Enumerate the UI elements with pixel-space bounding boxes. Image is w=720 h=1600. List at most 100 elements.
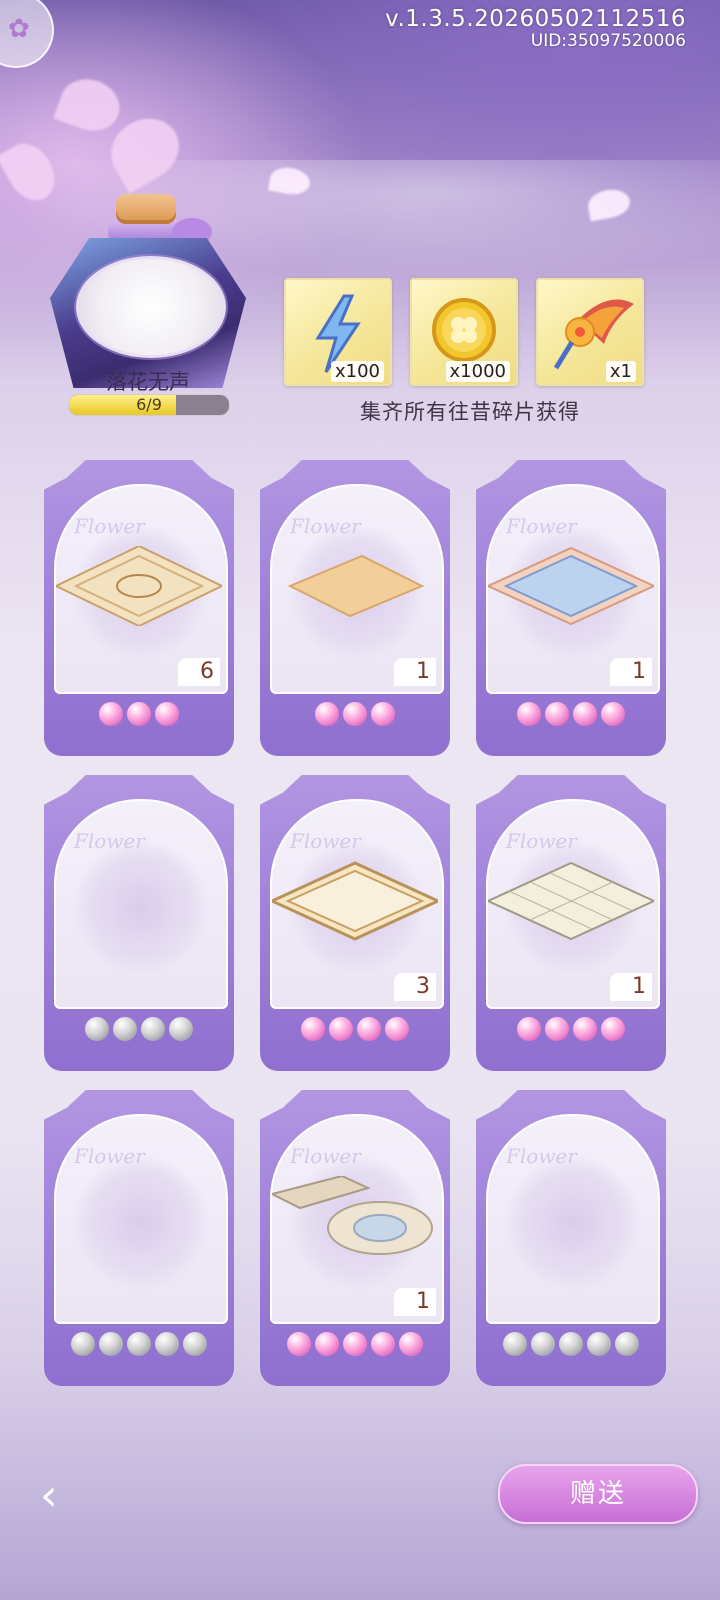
bottle-cork (116, 194, 176, 224)
pearl-icon (545, 1017, 569, 1041)
fragment-card[interactable]: Flower (476, 1090, 666, 1386)
card-quantity: 3 (394, 973, 436, 1001)
pearl-icon (155, 1332, 179, 1356)
back-button[interactable]: ‹ (40, 1470, 80, 1521)
grid-rug-icon (488, 861, 654, 941)
pearl-icon (587, 1332, 611, 1356)
flower-icon: ✿ (8, 14, 30, 44)
reward-item[interactable]: x1000 (410, 278, 518, 386)
gift-button-label: 赠送 (569, 1479, 626, 1509)
collection-progress-bar: 6/9 (68, 394, 230, 416)
petal-decoration (53, 71, 127, 139)
fragment-card[interactable]: Flower 1 (260, 460, 450, 756)
card-display: Flower (486, 1114, 660, 1324)
fragment-card[interactable]: Flower 6 (44, 460, 234, 756)
pearl-icon (517, 702, 541, 726)
rarity-pearls (260, 702, 450, 730)
pearl-icon (615, 1332, 639, 1356)
version-text: v.1.3.5.20260502112516 (385, 6, 686, 32)
flower-watermark-icon (506, 1156, 640, 1290)
rarity-pearls (476, 1332, 666, 1360)
pearl-icon (85, 1017, 109, 1041)
flower-watermark-icon (74, 1156, 208, 1290)
card-watermark-text: Flower (290, 829, 361, 853)
card-watermark-text: Flower (74, 1144, 145, 1168)
pearl-icon (287, 1332, 311, 1356)
rewards-caption: 集齐所有往昔碎片获得 (360, 400, 580, 424)
pearl-icon (315, 702, 339, 726)
pearl-icon (155, 702, 179, 726)
rarity-pearls (44, 702, 234, 730)
reward-item[interactable]: x100 (284, 278, 392, 386)
pearl-icon (343, 1332, 367, 1356)
card-watermark-text: Flower (506, 829, 577, 853)
rarity-pearls (476, 702, 666, 730)
pearl-icon (517, 1017, 541, 1041)
pearl-icon (127, 1332, 151, 1356)
rewards-row: x100 x1000 x1 (284, 278, 656, 390)
fragment-card[interactable]: Flower 1 (476, 460, 666, 756)
reward-count: x100 (330, 361, 384, 382)
rarity-pearls (476, 1017, 666, 1045)
card-watermark-text: Flower (506, 1144, 577, 1168)
card-display: Flower (54, 1114, 228, 1324)
pearl-icon (141, 1017, 165, 1041)
pearl-icon (573, 1017, 597, 1041)
collection-name: 落花无声 (106, 370, 190, 394)
card-watermark-text: Flower (74, 829, 145, 853)
fragment-card[interactable]: Flower 1 (476, 775, 666, 1071)
card-watermark-text: Flower (506, 514, 577, 538)
pearl-icon (113, 1017, 137, 1041)
border-rug-icon (272, 861, 438, 941)
rarity-pearls (44, 1017, 234, 1045)
pearl-icon (169, 1017, 193, 1041)
pearl-icon (301, 1017, 325, 1041)
card-watermark-text: Flower (74, 514, 145, 538)
pearl-icon (315, 1332, 339, 1356)
pearl-icon (329, 1017, 353, 1041)
reward-item[interactable]: x1 (536, 278, 644, 386)
card-quantity: 1 (394, 1288, 436, 1316)
rarity-pearls (44, 1332, 234, 1360)
pearl-icon (183, 1332, 207, 1356)
fragment-card[interactable]: Flower (44, 1090, 234, 1386)
pearl-icon (601, 702, 625, 726)
pearl-icon (127, 702, 151, 726)
pearl-icon (385, 1017, 409, 1041)
card-display: Flower (54, 799, 228, 1009)
pearl-icon (371, 702, 395, 726)
pearl-icon (357, 1017, 381, 1041)
pearl-icon (601, 1017, 625, 1041)
pearl-icon (559, 1332, 583, 1356)
pearl-icon (99, 1332, 123, 1356)
fragment-card[interactable]: Flower 1 (260, 1090, 450, 1386)
version-info: v.1.3.5.20260502112516 UID:35097520006 (385, 6, 686, 51)
card-quantity: 6 (178, 658, 220, 686)
pearl-icon (99, 702, 123, 726)
fragment-card[interactable]: Flower (44, 775, 234, 1071)
menu-corner-button[interactable]: ✿ (0, 0, 54, 68)
bottle-plate (76, 256, 226, 358)
plain-rug-icon (287, 554, 425, 618)
progress-text: 6/9 (136, 395, 162, 414)
pearl-icon (503, 1332, 527, 1356)
flower-watermark-icon (74, 841, 208, 975)
card-quantity: 1 (394, 658, 436, 686)
card-quantity: 1 (610, 973, 652, 1001)
pearl-icon (371, 1332, 395, 1356)
card-watermark-text: Flower (290, 1144, 361, 1168)
blue-tile-rug-icon (488, 546, 654, 626)
card-quantity: 1 (610, 658, 652, 686)
rarity-pearls (260, 1017, 450, 1045)
rarity-pearls (260, 1332, 450, 1360)
mosaic-floor-icon (272, 1176, 433, 1255)
gift-button[interactable]: 赠送 (498, 1464, 698, 1524)
fragment-card[interactable]: Flower 3 (260, 775, 450, 1071)
uid-text: UID:35097520006 (530, 31, 686, 51)
reward-count: x1 (605, 361, 636, 382)
pearl-icon (399, 1332, 423, 1356)
ornate-rug-icon (56, 546, 222, 626)
pearl-icon (343, 702, 367, 726)
pearl-icon (531, 1332, 555, 1356)
collection-bottle[interactable]: 落花无声 6/9 (50, 190, 250, 420)
